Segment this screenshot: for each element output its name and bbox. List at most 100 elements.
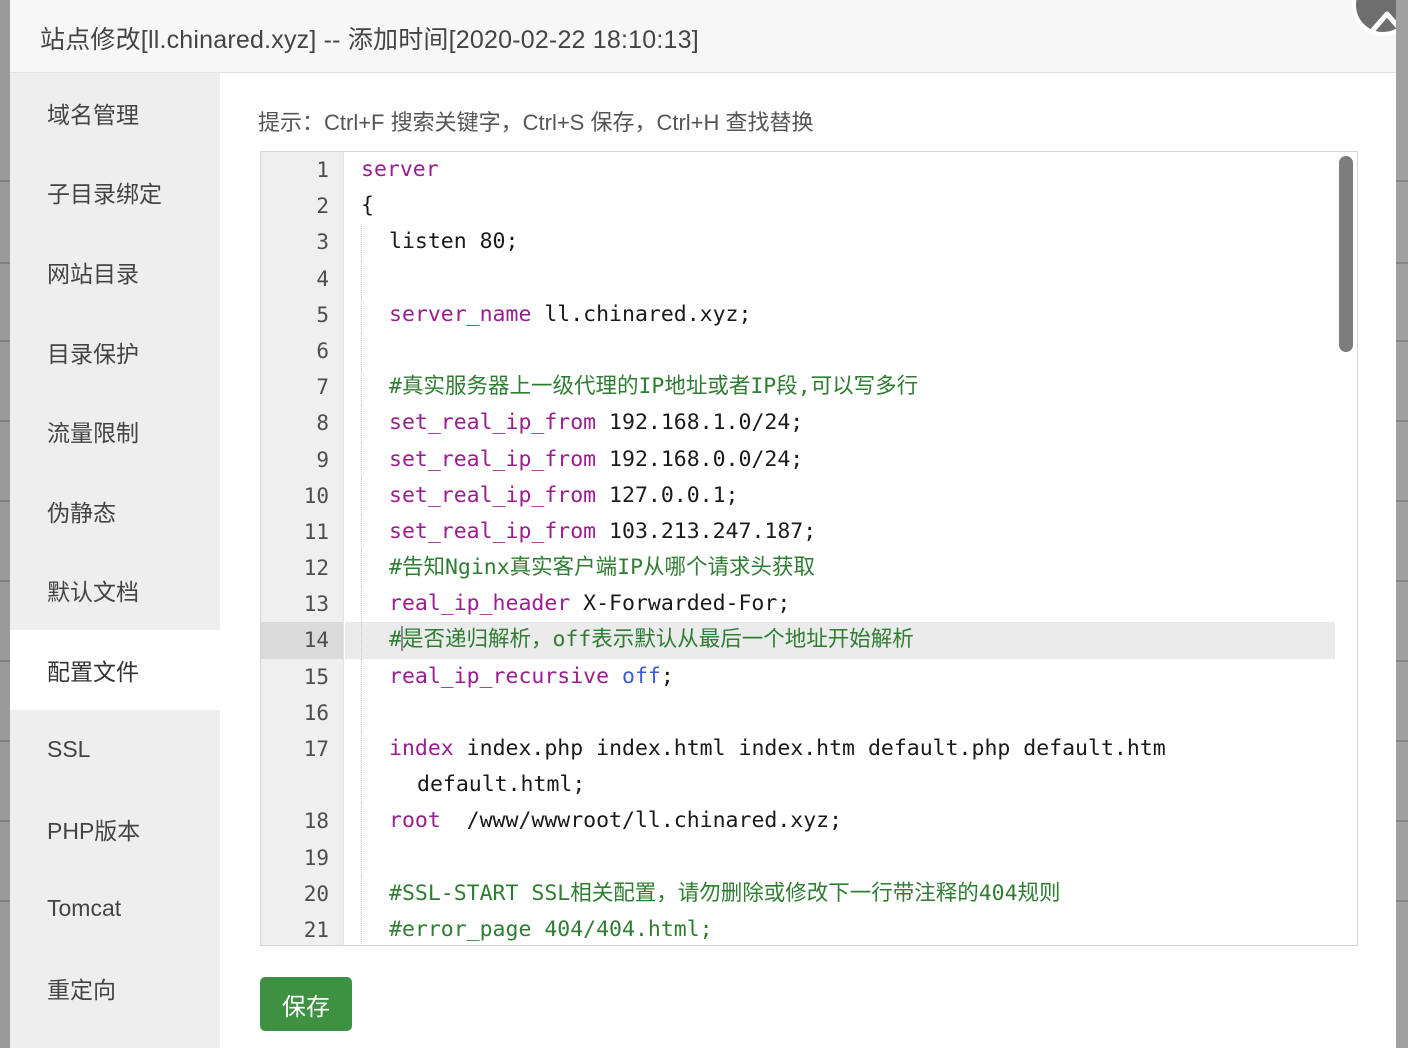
code-line[interactable] <box>345 694 1335 731</box>
line-number: 6 <box>316 338 329 363</box>
indent-guide <box>361 550 362 587</box>
indent-guide <box>361 875 362 912</box>
code-token: root <box>389 808 441 834</box>
sidebar-item-label: SSL <box>47 736 91 763</box>
code-token: index.php index.html index.htm default.p… <box>453 736 1166 761</box>
code-token: { <box>361 193 374 219</box>
page-title: 站点修改[ll.chinared.xyz] -- 添加时间[2020-02-22… <box>40 26 699 54</box>
sidebar-item-11[interactable]: 重定向 <box>10 949 220 1029</box>
line-number: 20 <box>303 881 329 906</box>
background-row-divider <box>1396 820 1408 822</box>
background-row-divider <box>0 500 10 502</box>
sidebar-item-label: 目录保护 <box>47 340 139 367</box>
code-line[interactable]: { <box>345 188 1335 224</box>
code-token: server_name <box>389 301 532 327</box>
line-number: 11 <box>303 519 329 544</box>
line-number: 5 <box>316 302 329 327</box>
background-row-divider <box>0 340 10 342</box>
indent-guide <box>361 586 362 623</box>
line-number: 17 <box>303 737 329 761</box>
code-line[interactable]: #告知Nginx真实客户端IP从哪个请求头获取 <box>345 550 1335 587</box>
sidebar-item-7[interactable]: 配置文件 <box>10 630 220 710</box>
page-scrollbar[interactable] <box>1396 0 1408 1048</box>
code-token: default.html; <box>417 772 586 798</box>
sidebar-item-6[interactable]: 默认文档 <box>10 551 220 631</box>
sidebar-item-4[interactable]: 流量限制 <box>10 391 220 471</box>
code-line[interactable] <box>345 260 1335 297</box>
close-chevron-glyph <box>1370 11 1396 33</box>
code-line[interactable]: #真实服务器上一级代理的IP地址或者IP段,可以写多行 <box>345 369 1335 406</box>
sidebar-item-8[interactable]: SSL <box>10 710 220 790</box>
indent-guide <box>361 369 362 406</box>
line-number: 9 <box>316 447 329 472</box>
code-line[interactable]: #error_page 404/404.html; <box>345 911 1335 945</box>
code-line[interactable]: server_name ll.chinared.xyz; <box>345 296 1335 333</box>
background-row-divider <box>1396 420 1408 422</box>
code-line[interactable]: server <box>345 152 1335 188</box>
sidebar-item-1[interactable]: 子目录绑定 <box>10 153 220 233</box>
code-line[interactable]: listen 80; <box>345 224 1335 261</box>
indent-guide <box>361 731 362 768</box>
editor-code-area[interactable]: server { listen 80; server_name ll.chinare… <box>345 152 1335 945</box>
line-number: 12 <box>303 556 329 581</box>
code-token: server <box>361 157 439 182</box>
code-line[interactable]: set_real_ip_from 192.168.1.0/24; <box>345 405 1335 442</box>
line-number: 21 <box>303 917 329 942</box>
editor-vertical-scrollbar[interactable] <box>1337 154 1355 943</box>
editor-scrollbar-thumb[interactable] <box>1339 156 1353 352</box>
sidebar-nav: 域名管理 子目录绑定 网站目录目录保护流量限制 伪静态 默认文档 配置文件 SSL PHP版本… <box>10 73 220 1048</box>
sidebar-item-2[interactable]: 网站目录 <box>10 232 220 312</box>
code-line[interactable]: set_real_ip_from 127.0.0.1; <box>345 477 1335 514</box>
sidebar-item-5[interactable]: 伪静态 <box>10 471 220 551</box>
config-code-editor[interactable]: 1 2 3 4 5 6 7 8 9 10 11 12 13 14 15 16 17 18 19 20 21 serve… <box>260 151 1358 946</box>
background-row-divider <box>1396 500 1408 502</box>
code-line[interactable] <box>345 839 1335 876</box>
code-token: 127.0.0.1; <box>596 482 739 508</box>
indent-guide <box>361 694 362 731</box>
code-line[interactable] <box>345 332 1335 370</box>
line-number: 14 <box>261 622 343 659</box>
indent-guide <box>361 260 362 297</box>
code-line[interactable]: default.html; <box>345 767 1335 804</box>
code-line[interactable]: root /www/wwwroot/ll.chinared.xyz; <box>345 803 1335 840</box>
code-token: 80; <box>466 229 519 255</box>
sidebar-item-0[interactable]: 域名管理 <box>10 73 220 153</box>
code-line[interactable]: index index.php index.html index.htm def… <box>345 731 1335 768</box>
code-token: 103.213.247.187; <box>596 518 817 544</box>
code-token: #SSL-START SSL相关配置，请勿删除或修改下一行带注释的404规则 <box>389 880 1061 906</box>
line-number <box>261 767 343 803</box>
code-line[interactable]: #SSL-START SSL相关配置，请勿删除或修改下一行带注释的404规则 <box>345 875 1335 912</box>
site-edit-modal: 站点修改[ll.chinared.xyz] -- 添加时间[2020-02-22… <box>10 0 1396 1048</box>
background-row-divider <box>1396 180 1408 182</box>
line-number: 3 <box>316 230 329 255</box>
sidebar-item-10[interactable]: Tomcat <box>10 869 220 949</box>
modal-header: 站点修改[ll.chinared.xyz] -- 添加时间[2020-02-22… <box>10 0 1396 73</box>
indent-guide <box>361 658 362 695</box>
sidebar-item-3[interactable]: 目录保护 <box>10 312 220 392</box>
code-token: ; <box>660 663 674 689</box>
code-line[interactable]: real_ip_recursive off; <box>345 658 1335 695</box>
background-row-divider <box>1396 740 1408 742</box>
code-token: 是否递归解析，off表示默认从最后一个地址开始解析 <box>401 627 914 653</box>
sidebar-item-label: 重定向 <box>47 977 116 1004</box>
line-number: 16 <box>303 700 329 725</box>
sidebar-item-9[interactable]: PHP版本 <box>10 789 220 869</box>
indent-guide <box>361 332 362 370</box>
background-row-divider <box>0 180 10 182</box>
code-line[interactable]: #是否递归解析，off表示默认从最后一个地址开始解析 <box>345 622 1335 659</box>
code-line[interactable]: real_ip_header X-Forwarded-For; <box>345 586 1335 623</box>
background-row-divider <box>1396 580 1408 582</box>
code-token: 192.168.0.0/24; <box>596 446 804 472</box>
indent-guide <box>361 296 362 333</box>
code-line[interactable]: set_real_ip_from 103.213.247.187; <box>345 513 1335 551</box>
code-token: #error_page 404/404.html; <box>389 916 713 942</box>
line-number: 18 <box>303 809 329 834</box>
line-number: 1 <box>316 158 329 182</box>
indent-guide <box>361 767 362 804</box>
indent-guide <box>361 224 362 261</box>
save-button[interactable]: 保存 <box>260 977 352 1031</box>
code-token: off <box>622 663 661 689</box>
content-pane: 提示：Ctrl+F 搜索关键字，Ctrl+S 保存，Ctrl+H 查找替换 12… <box>220 73 1396 1048</box>
indent-guide <box>361 441 362 478</box>
code-line[interactable]: set_real_ip_from 192.168.0.0/24; <box>345 441 1335 478</box>
